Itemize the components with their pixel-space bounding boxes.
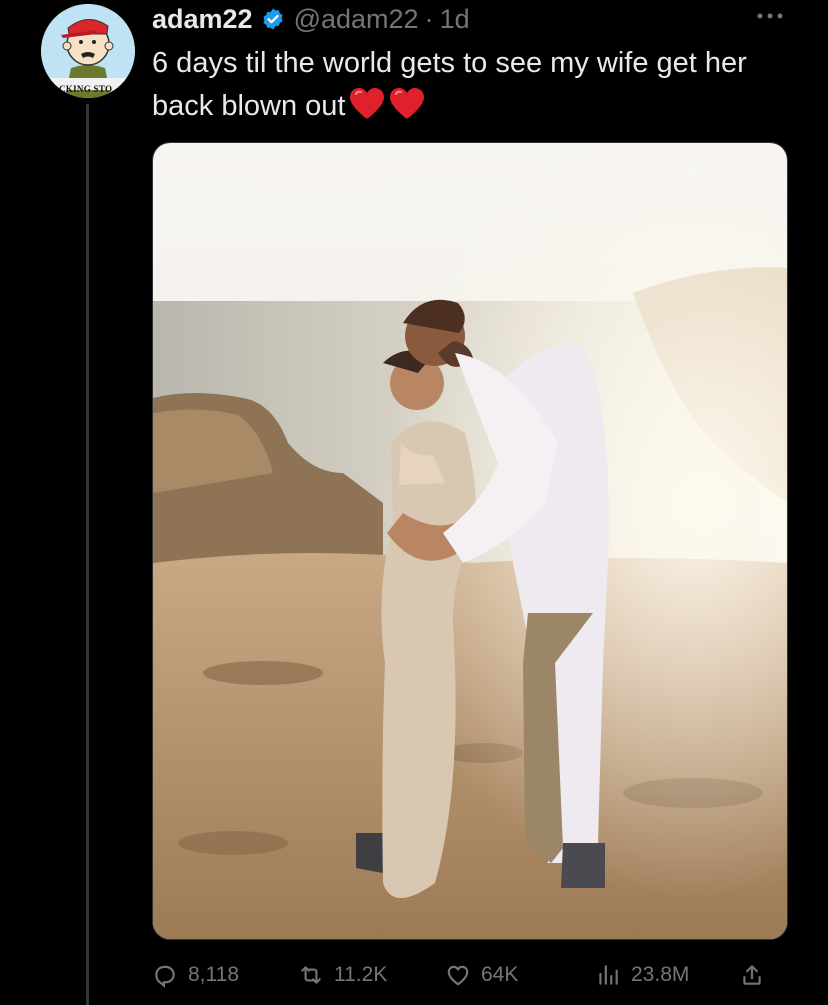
views-button[interactable]: 23.8M: [595, 955, 689, 995]
timestamp[interactable]: 1d: [440, 4, 470, 35]
repost-button[interactable]: 11.2K: [298, 955, 387, 995]
separator-dot: ·: [424, 3, 434, 34]
repost-count: 11.2K: [334, 963, 388, 986]
share-icon: [743, 965, 761, 985]
reply-button[interactable]: 8,118: [152, 955, 239, 995]
red-heart-icon: [390, 88, 425, 119]
avatar[interactable]: CKING STO: [41, 4, 135, 98]
share-button[interactable]: [739, 955, 775, 995]
action-bar: 8,118 11.2K 64K 23.8M: [152, 955, 792, 995]
views-icon: [599, 965, 618, 985]
heart-icon: [447, 965, 469, 986]
tweet-photo[interactable]: [152, 142, 788, 940]
handle[interactable]: @adam22: [294, 4, 419, 35]
tweet-text: 6 days til the world gets to see my wife…: [152, 42, 792, 128]
tweet-body: 6 days til the world gets to see my wife…: [152, 47, 747, 122]
reply-icon: [155, 965, 175, 988]
tweet-header: adam22 @adam22 · 1d: [152, 2, 470, 36]
views-count: 23.8M: [631, 963, 690, 986]
like-count: 64K: [481, 963, 519, 986]
repost-icon: [301, 966, 321, 984]
avatar-text: CKING STO: [59, 84, 113, 94]
more-options-icon[interactable]: [753, 6, 787, 26]
like-button[interactable]: 64K: [445, 955, 518, 995]
reply-count: 8,118: [188, 963, 239, 986]
display-name[interactable]: adam22: [152, 4, 253, 35]
beach-couple-photo: [153, 143, 787, 939]
thread-line: [86, 104, 89, 1005]
verified-badge-icon: [263, 8, 283, 30]
red-heart-icon: [350, 88, 385, 119]
